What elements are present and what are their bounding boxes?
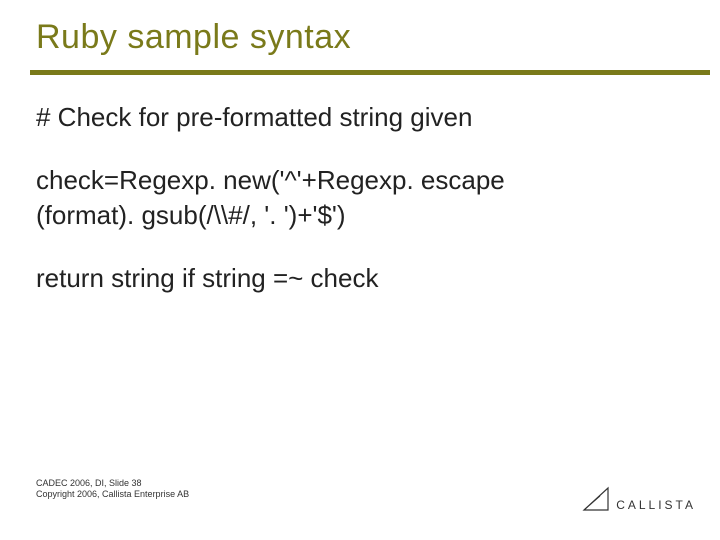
code-line-1: check=Regexp. new('^'+Regexp. escape: [36, 163, 676, 198]
logo-text: CALLISTA: [616, 498, 696, 512]
code-comment: # Check for pre-formatted string given: [36, 100, 676, 135]
footer-line-1: CADEC 2006, DI, Slide 38: [36, 478, 189, 489]
logo: CALLISTA: [582, 486, 696, 512]
triangle-icon: [582, 486, 610, 512]
slide-title: Ruby sample syntax: [36, 18, 351, 57]
code-return: return string if string =~ check: [36, 261, 676, 296]
slide: Ruby sample syntax # Check for pre-forma…: [0, 0, 720, 540]
slide-body: # Check for pre-formatted string given c…: [36, 100, 676, 324]
footer: CADEC 2006, DI, Slide 38 Copyright 2006,…: [36, 478, 189, 501]
code-line-2: (format). gsub(/\\#/, '. ')+'$'): [36, 198, 676, 233]
code-block: check=Regexp. new('^'+Regexp. escape (fo…: [36, 163, 676, 233]
title-divider: [30, 70, 710, 75]
footer-line-2: Copyright 2006, Callista Enterprise AB: [36, 489, 189, 500]
